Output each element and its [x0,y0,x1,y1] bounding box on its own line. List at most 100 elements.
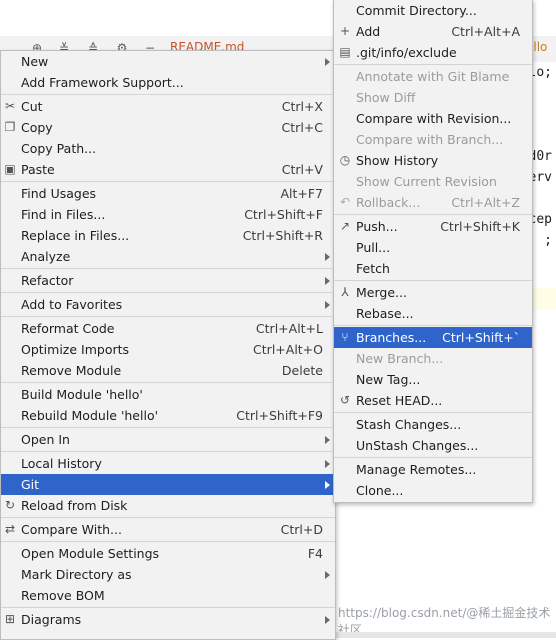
menu-item-label: Add to Favorites [21,297,123,312]
menu-item-shortcut: Ctrl+Shift+K [440,219,520,234]
submenu-arrow-icon [325,253,330,261]
menu-item-label: Branches... [356,330,427,345]
menu-item-label: Analyze [21,249,71,264]
menu-item-shortcut: Ctrl+C [281,120,323,135]
git-menu-item-git-info-exclude[interactable]: ▤ .git/info/exclude [334,42,532,63]
menu-item-build-module-hello[interactable]: Build Module 'hello' [1,384,335,405]
menu-item-label: New Branch... [356,351,444,366]
git-menu-item-commit-directory[interactable]: Commit Directory... [334,0,532,21]
submenu-arrow-icon [325,460,330,468]
git-menu-item-manage-remotes[interactable]: Manage Remotes... [334,459,532,480]
copy-icon: ❐ [4,120,16,134]
git-menu-item-push[interactable]: ↗ Push... Ctrl+Shift+K [334,216,532,237]
git-menu-item-fetch[interactable]: Fetch [334,258,532,279]
menu-item-label: Annotate with Git Blame [356,69,510,84]
menu-item-label: Open In [21,432,70,447]
menu-item-shortcut: Ctrl+Alt+Z [451,195,520,210]
git-submenu: Commit Directory... + Add Ctrl+Alt+A ▤ .git/i… [333,0,533,503]
menu-item-analyze[interactable]: Analyze [1,246,335,267]
git-menu-item-branches[interactable]: ⑂ Branches... Ctrl+Shift+` [334,327,532,348]
menu-item-reformat-code[interactable]: Reformat Code Ctrl+Alt+L [1,318,335,339]
plus-icon: + [339,24,351,38]
menu-item-label: Local History [21,456,102,471]
menu-item-label: Rollback... [356,195,421,210]
git-menu-item-pull[interactable]: Pull... [334,237,532,258]
submenu-arrow-icon [325,436,330,444]
git-menu-item-merge[interactable]: ⅄ Merge... [334,282,532,303]
merge-icon: ⅄ [341,285,349,299]
diagram-icon: ⊞ [4,612,16,626]
menu-item-label: Push... [356,219,398,234]
menu-item-label: Mark Directory as [21,567,132,582]
menu-item-shortcut: Ctrl+V [281,162,323,177]
menu-item-compare-with[interactable]: ⇄ Compare With... Ctrl+D [1,519,335,540]
git-menu-item-compare-with-revision[interactable]: Compare with Revision... [334,108,532,129]
menu-item-paste[interactable]: ▣ Paste Ctrl+V [1,159,335,180]
menu-item-shortcut: Ctrl+Shift+F [244,207,323,222]
menu-item-copy[interactable]: ❐ Copy Ctrl+C [1,117,335,138]
menu-item-shortcut: Ctrl+D [280,522,323,537]
menu-item-label: Remove BOM [21,588,105,603]
push-arrow-icon: ↗ [339,219,351,233]
scissors-icon: ✂ [4,99,16,113]
menu-item-add-to-favorites[interactable]: Add to Favorites [1,294,335,315]
git-menu-item-stash-changes[interactable]: Stash Changes... [334,414,532,435]
menu-item-label: Copy [21,120,53,135]
reload-icon: ↻ [4,498,16,512]
git-menu-item-new-branch: New Branch... [334,348,532,369]
menu-item-label: Manage Remotes... [356,462,477,477]
git-menu-item-unstash-changes[interactable]: UnStash Changes... [334,435,532,456]
menu-item-find-usages[interactable]: Find Usages Alt+F7 [1,183,335,204]
menu-item-find-in-files[interactable]: Find in Files... Ctrl+Shift+F [1,204,335,225]
code-line: ; [544,233,552,248]
menu-item-label: UnStash Changes... [356,438,479,453]
menu-item-label: Find in Files... [21,207,106,222]
menu-item-open-module-settings[interactable]: Open Module Settings F4 [1,543,335,564]
git-menu-item-new-tag[interactable]: New Tag... [334,369,532,390]
menu-item-label: Replace in Files... [21,228,130,243]
menu-item-open-in[interactable]: Open In [1,429,335,450]
menu-item-label: Cut [21,99,43,114]
menu-item-label: Reload from Disk [21,498,128,513]
git-menu-item-clone[interactable]: Clone... [334,480,532,501]
git-menu-item-show-diff: Show Diff [334,87,532,108]
menu-item-replace-in-files[interactable]: Replace in Files... Ctrl+Shift+R [1,225,335,246]
menu-item-diagrams[interactable]: ⊞ Diagrams [1,609,335,630]
menu-item-local-history[interactable]: Local History [1,453,335,474]
menu-item-remove-bom[interactable]: Remove BOM [1,585,335,606]
project-context-menu: New Add Framework Support... ✂ Cut Ctrl+X ❐ Co… [0,50,336,640]
menu-item-shortcut: Ctrl+Shift+` [442,330,520,345]
menu-item-label: Open Module Settings [21,546,160,561]
submenu-arrow-icon [325,58,330,66]
menu-item-cut[interactable]: ✂ Cut Ctrl+X [1,96,335,117]
menu-item-label: Remove Module [21,363,122,378]
menu-item-rebuild-module-hello[interactable]: Rebuild Module 'hello' Ctrl+Shift+F9 [1,405,335,426]
menu-item-new[interactable]: New [1,51,335,72]
git-menu-item-rebase[interactable]: Rebase... [334,303,532,324]
menu-item-label: Find Usages [21,186,97,201]
menu-item-shortcut: Delete [281,363,323,378]
menu-item-remove-module[interactable]: Remove Module Delete [1,360,335,381]
git-menu-item-reset-head[interactable]: ↺ Reset HEAD... [334,390,532,411]
menu-item-label: Build Module 'hello' [21,387,143,402]
menu-item-add-framework-support[interactable]: Add Framework Support... [1,72,335,93]
menu-item-mark-directory-as[interactable]: Mark Directory as [1,564,335,585]
menu-item-reload-from-disk[interactable]: ↻ Reload from Disk [1,495,335,516]
git-menu-item-add[interactable]: + Add Ctrl+Alt+A [334,21,532,42]
menu-item-shortcut: Ctrl+X [281,99,323,114]
menu-item-copy-path[interactable]: Copy Path... [1,138,335,159]
menu-item-label: Compare With... [21,522,122,537]
git-menu-item-show-current-revision: Show Current Revision [334,171,532,192]
rollback-icon: ↶ [339,195,351,209]
menu-item-git[interactable]: Git [1,474,335,495]
menu-item-label: Git [21,477,40,492]
git-menu-item-show-history[interactable]: ◷ Show History [334,150,532,171]
menu-item-refactor[interactable]: Refactor [1,270,335,291]
menu-item-label: Merge... [356,285,407,300]
paste-icon: ▣ [4,162,16,176]
menu-item-optimize-imports[interactable]: Optimize Imports Ctrl+Alt+O [1,339,335,360]
branch-icon: ⑂ [341,330,349,344]
menu-item-label: Fetch [356,261,390,276]
file-icon: ▤ [339,45,351,59]
menu-item-label: Diagrams [21,612,82,627]
